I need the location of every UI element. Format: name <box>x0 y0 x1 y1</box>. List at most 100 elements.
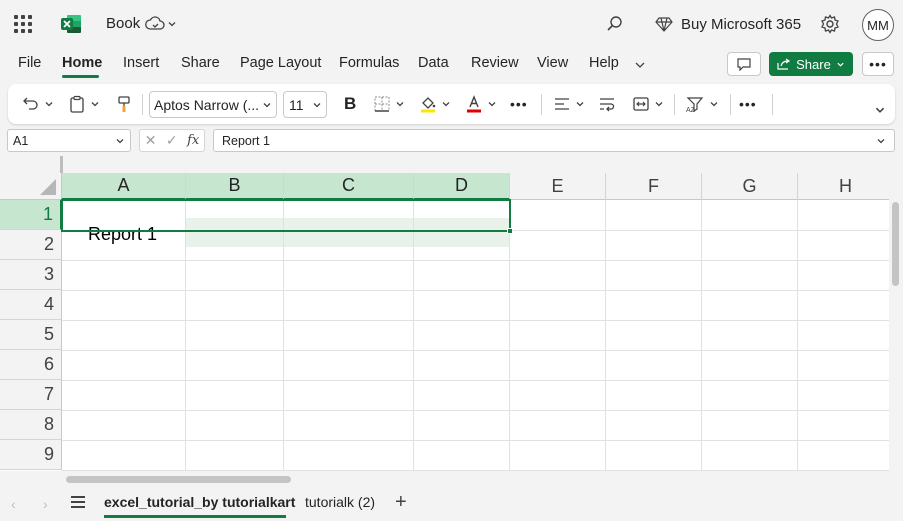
font-size-dropdown[interactable]: 11 <box>283 91 327 118</box>
column-header-h[interactable]: H <box>798 173 889 200</box>
add-sheet-icon[interactable]: + <box>395 491 407 514</box>
chevron-down-icon <box>655 102 663 107</box>
expand-formula-chevron-icon[interactable] <box>876 136 886 146</box>
column-header-e[interactable]: E <box>510 173 606 200</box>
row-header-7[interactable]: 7 <box>0 380 62 410</box>
grid-line <box>62 440 889 441</box>
title-bar: Book Buy Microsoft 365 MM <box>0 0 903 48</box>
tab-share[interactable]: Share <box>181 55 220 71</box>
sort-filter-icon: AZ <box>686 97 704 113</box>
grid-line <box>62 290 889 291</box>
font-name-dropdown[interactable]: Aptos Narrow (... <box>149 91 277 118</box>
row-header-1[interactable]: 1 <box>0 200 62 230</box>
clipboard-icon <box>70 95 84 113</box>
check-icon[interactable]: ✓ <box>166 132 178 149</box>
align-button[interactable] <box>553 92 585 116</box>
grid-line <box>62 350 889 351</box>
column-header-g[interactable]: G <box>702 173 798 200</box>
column-header-d[interactable]: D <box>414 173 510 200</box>
all-sheets-menu-icon[interactable] <box>71 496 85 508</box>
excel-window: Book Buy Microsoft 365 MM File Home Inse… <box>0 0 903 521</box>
column-header-f[interactable]: F <box>606 173 702 200</box>
select-all-corner[interactable] <box>0 173 62 200</box>
sheet-tab-bar: ‹ › excel_tutorial_by tutorialkart tutor… <box>0 484 903 521</box>
font-color-button[interactable] <box>465 92 497 116</box>
tab-home[interactable]: Home <box>62 55 102 71</box>
share-button[interactable]: Share <box>769 52 853 76</box>
chevron-down-icon <box>168 22 176 27</box>
chevron-down-icon <box>488 102 496 107</box>
borders-button[interactable] <box>373 92 405 116</box>
wrap-text-icon <box>600 98 615 112</box>
tab-page-layout[interactable]: Page Layout <box>240 55 321 71</box>
ribbon-separator <box>541 94 542 115</box>
fill-color-button[interactable] <box>419 92 451 116</box>
more-commands-icon[interactable]: ••• <box>739 92 757 116</box>
column-header-a[interactable]: A <box>62 173 186 200</box>
borders-icon <box>374 96 390 112</box>
tab-file[interactable]: File <box>18 55 41 71</box>
cloud-saved-icon <box>145 16 165 30</box>
app-launcher-icon[interactable] <box>14 15 32 33</box>
vertical-scroll-thumb[interactable] <box>892 202 899 286</box>
tab-formulas[interactable]: Formulas <box>339 55 399 71</box>
bold-button[interactable]: B <box>344 92 356 116</box>
gear-icon[interactable] <box>819 13 841 35</box>
row-header-8[interactable]: 8 <box>0 410 62 440</box>
document-title[interactable]: Book <box>106 15 140 32</box>
chevron-left-icon[interactable]: ‹ <box>11 496 16 512</box>
tab-insert[interactable]: Insert <box>123 55 159 71</box>
more-font-options-icon[interactable]: ••• <box>510 92 528 116</box>
tab-view[interactable]: View <box>537 55 568 71</box>
tab-review[interactable]: Review <box>471 55 519 71</box>
row-header-4[interactable]: 4 <box>0 290 62 320</box>
avatar[interactable]: MM <box>862 9 894 41</box>
chevron-down-icon <box>576 102 584 107</box>
row-header-6[interactable]: 6 <box>0 350 62 380</box>
more-options-button[interactable]: ••• <box>862 52 894 76</box>
column-header-b[interactable]: B <box>186 173 284 200</box>
tab-data[interactable]: Data <box>418 55 449 71</box>
more-tabs-chevron-icon[interactable] <box>633 58 647 72</box>
horizontal-scroll-thumb[interactable] <box>66 476 291 483</box>
insert-function-icon[interactable]: fx <box>187 133 199 148</box>
formula-input[interactable]: Report 1 <box>213 129 895 152</box>
buy-label: Buy Microsoft 365 <box>681 15 802 33</box>
name-box[interactable]: A1 <box>7 129 131 152</box>
sheet-tab-2[interactable]: tutorialk (2) <box>305 494 375 510</box>
grid-line <box>509 200 510 471</box>
font-name-value: Aptos Narrow (... <box>154 96 260 113</box>
formula-actions: ✕ ✓ fx <box>139 129 205 152</box>
worksheet-grid[interactable]: A B C D E F G H 1 2 3 4 5 6 7 8 9 Report… <box>0 173 889 471</box>
chevron-right-icon[interactable]: › <box>43 496 48 512</box>
ribbon-separator <box>730 94 731 115</box>
expand-ribbon-button[interactable] <box>874 98 886 122</box>
search-icon[interactable] <box>604 13 626 35</box>
ribbon-separator <box>772 94 773 115</box>
fill-handle[interactable] <box>507 228 513 234</box>
column-header-c[interactable]: C <box>284 173 414 200</box>
row-header-3[interactable]: 3 <box>0 260 62 290</box>
wrap-text-button[interactable] <box>598 92 616 116</box>
merge-cells-button[interactable] <box>632 92 664 116</box>
format-painter-button[interactable] <box>116 92 132 116</box>
sheet-tab-1[interactable]: excel_tutorial_by tutorialkart <box>104 494 295 510</box>
paste-button[interactable] <box>68 92 100 116</box>
fill-color-icon <box>421 97 436 113</box>
row-header-2[interactable]: 2 <box>0 230 62 260</box>
tab-help[interactable]: Help <box>589 55 619 71</box>
row-header-5[interactable]: 5 <box>0 320 62 350</box>
chevron-down-icon <box>442 102 450 107</box>
comments-button[interactable] <box>727 52 761 76</box>
grid-line <box>797 200 798 471</box>
chevron-down-icon <box>263 103 271 108</box>
undo-button[interactable] <box>22 92 54 116</box>
merge-icon <box>633 97 649 111</box>
more-icon: ••• <box>869 56 887 72</box>
buy-microsoft-365-button[interactable]: Buy Microsoft 365 <box>655 13 801 35</box>
sort-filter-button[interactable]: AZ <box>685 92 719 116</box>
row-header-9[interactable]: 9 <box>0 440 62 470</box>
chevron-down-icon <box>116 139 124 144</box>
cancel-icon[interactable]: ✕ <box>145 132 157 149</box>
save-status-button[interactable] <box>145 14 181 34</box>
